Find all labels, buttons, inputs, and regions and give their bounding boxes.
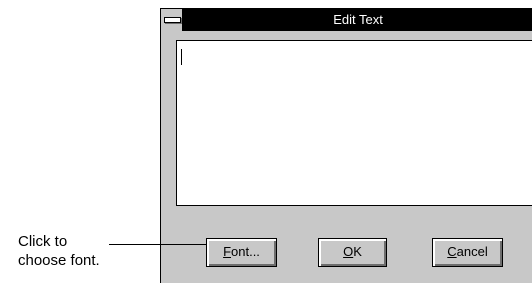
text-caret — [181, 49, 182, 65]
callout-line-2: choose font. — [18, 252, 100, 269]
font-button-label: ont... — [231, 244, 260, 259]
system-menu-icon[interactable] — [161, 9, 183, 31]
cancel-button[interactable]: Cancel — [432, 238, 503, 267]
title-bar: Edit Text — [161, 9, 532, 31]
dialog-title: Edit Text — [333, 12, 383, 27]
cancel-button-accel: C — [447, 244, 457, 259]
cancel-button-label: ancel — [456, 244, 488, 259]
callout-leader-line — [109, 244, 206, 245]
ok-button[interactable]: OK — [318, 238, 387, 267]
ok-button-accel: O — [343, 244, 354, 259]
edit-text-dialog: Edit Text Font... OK Cancel — [160, 8, 532, 283]
ok-button-label: K — [353, 244, 362, 259]
font-button[interactable]: Font... — [206, 238, 277, 267]
system-menu-bar — [164, 17, 181, 23]
font-button-accel: F — [223, 244, 232, 259]
callout-line-1: Click to — [18, 233, 68, 250]
callout-text: Click to choose font. — [18, 232, 100, 270]
screenshot-stage: Edit Text Font... OK Cancel Click to cho… — [0, 0, 532, 283]
edit-text-area[interactable] — [176, 40, 532, 206]
